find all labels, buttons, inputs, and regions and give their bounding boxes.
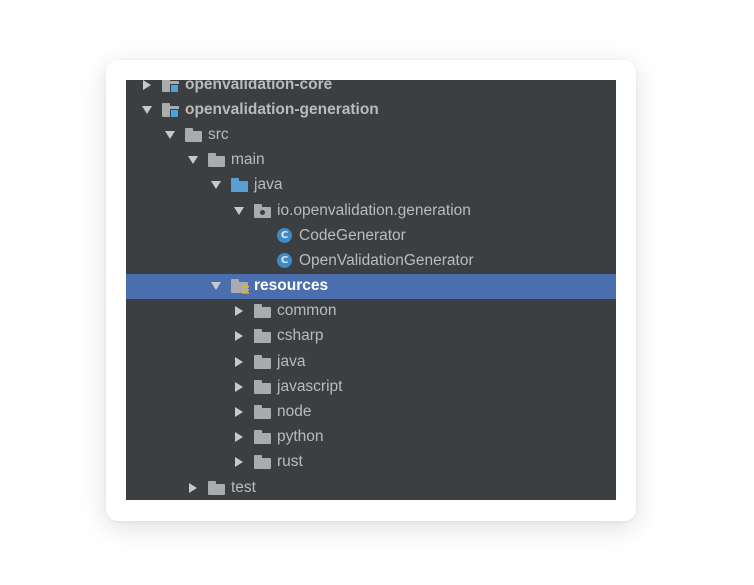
tree-item-label: main — [231, 151, 265, 169]
collapsed-arrow-icon[interactable] — [232, 329, 246, 343]
expanded-arrow-icon[interactable] — [232, 204, 246, 218]
collapsed-arrow-icon[interactable] — [186, 481, 200, 495]
tree-row-main[interactable]: main — [126, 148, 616, 173]
tree-row-common[interactable]: common — [126, 299, 616, 324]
tree-item-label: python — [277, 428, 324, 446]
tree-item-label: node — [277, 403, 312, 421]
tree-item-label: csharp — [277, 327, 324, 345]
project-tree-panel: openvalidation-core openvalidation-genera… — [126, 80, 616, 500]
tree-row-java[interactable]: java — [126, 349, 616, 374]
folder-icon — [254, 303, 272, 319]
folder-icon — [208, 480, 226, 496]
module-folder-icon — [162, 102, 180, 118]
folder-icon — [254, 404, 272, 420]
source-folder-icon — [231, 177, 249, 193]
collapsed-arrow-icon[interactable] — [232, 405, 246, 419]
project-tree: openvalidation-core openvalidation-genera… — [126, 80, 616, 500]
folder-icon — [254, 379, 272, 395]
expanded-arrow-icon[interactable] — [209, 279, 223, 293]
tree-item-label: java — [254, 176, 283, 194]
folder-icon — [208, 152, 226, 168]
collapsed-arrow-icon[interactable] — [232, 430, 246, 444]
tree-row-openvalidation-core[interactable]: openvalidation-core — [126, 80, 616, 97]
tree-row-csharp[interactable]: csharp — [126, 324, 616, 349]
expanded-arrow-icon[interactable] — [186, 153, 200, 167]
class-icon: C — [277, 228, 292, 244]
resources-folder-icon — [231, 278, 249, 295]
tree-item-label: openvalidation-generation — [185, 100, 379, 118]
folder-icon — [254, 328, 272, 344]
tree-row-resources[interactable]: resources — [126, 273, 616, 299]
tree-item-label: resources — [254, 277, 329, 295]
folder-icon — [254, 354, 272, 370]
expanded-arrow-icon[interactable] — [140, 103, 154, 117]
tree-row-rust[interactable]: rust — [126, 450, 616, 475]
tree-item-label: src — [208, 125, 229, 143]
tree-item-label: test — [231, 478, 256, 496]
tree-row-java[interactable]: java — [126, 173, 616, 198]
folder-icon — [185, 127, 203, 143]
tree-row-openvalidation-generation[interactable]: openvalidation-generation — [126, 97, 616, 122]
package-icon — [254, 203, 272, 219]
tree-item-label: io.openvalidation.generation — [277, 201, 471, 219]
tree-item-label: java — [277, 352, 306, 370]
module-folder-icon — [162, 80, 180, 93]
tree-row-python[interactable]: python — [126, 425, 616, 450]
tree-item-label: common — [277, 302, 337, 320]
tree-row-src[interactable]: src — [126, 122, 616, 147]
screenshot-card: openvalidation-core openvalidation-genera… — [106, 60, 636, 521]
folder-icon — [254, 429, 272, 445]
tree-item-label: CodeGenerator — [299, 226, 406, 244]
tree-row-io-openvalidation-generation[interactable]: io.openvalidation.generation — [126, 198, 616, 223]
tree-item-label: OpenValidationGenerator — [299, 251, 474, 269]
tree-row-test[interactable]: test — [126, 475, 616, 500]
folder-icon — [254, 454, 272, 470]
expanded-arrow-icon[interactable] — [209, 178, 223, 192]
tree-row-node[interactable]: node — [126, 399, 616, 424]
collapsed-arrow-icon[interactable] — [232, 355, 246, 369]
collapsed-arrow-icon[interactable] — [232, 380, 246, 394]
tree-item-label: openvalidation-core — [185, 80, 333, 93]
collapsed-arrow-icon[interactable] — [140, 80, 154, 92]
tree-row-codegenerator[interactable]: C CodeGenerator — [126, 223, 616, 248]
collapsed-arrow-icon[interactable] — [232, 455, 246, 469]
tree-item-label: javascript — [277, 377, 343, 395]
tree-row-openvalidationgenerator[interactable]: C OpenValidationGenerator — [126, 248, 616, 273]
tree-row-javascript[interactable]: javascript — [126, 374, 616, 399]
collapsed-arrow-icon[interactable] — [232, 304, 246, 318]
expanded-arrow-icon[interactable] — [163, 128, 177, 142]
tree-item-label: rust — [277, 453, 303, 471]
class-icon: C — [277, 253, 292, 269]
